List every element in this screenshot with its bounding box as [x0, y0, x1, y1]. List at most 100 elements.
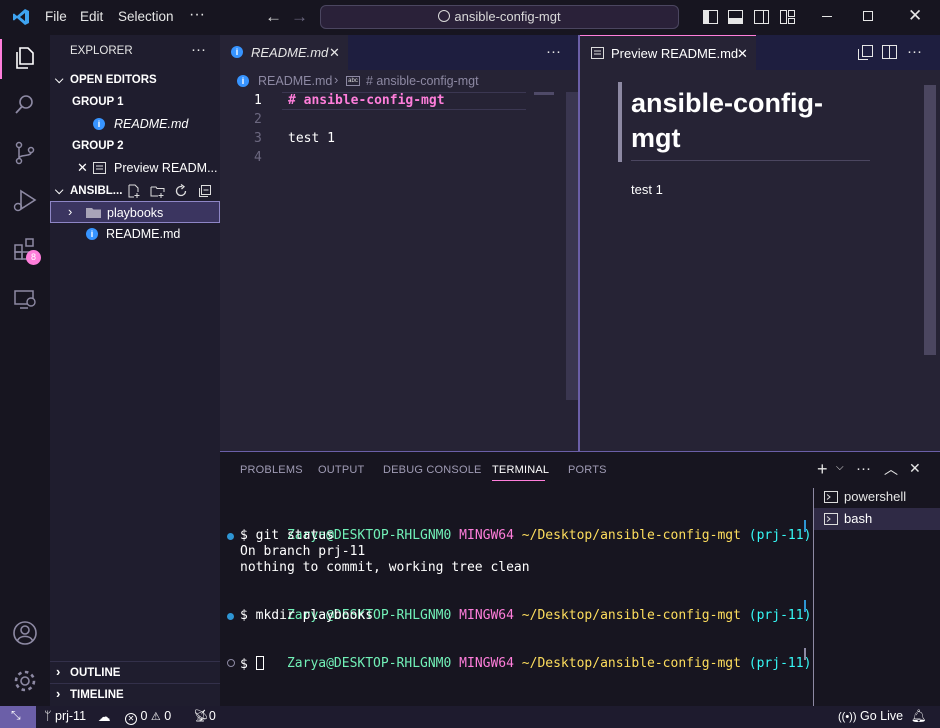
- info-icon: i: [231, 46, 243, 58]
- timeline-label: TIMELINE: [70, 689, 124, 701]
- preview-more-button[interactable]: ···: [907, 43, 922, 60]
- maximize-window-icon[interactable]: [863, 11, 873, 21]
- warning-icon: ⚠: [150, 711, 161, 723]
- close-window-icon[interactable]: ✕: [908, 6, 922, 26]
- tab-problems[interactable]: PROBLEMS: [240, 464, 303, 476]
- error-count: 0: [140, 709, 148, 723]
- outline-header[interactable]: › OUTLINE: [50, 661, 220, 683]
- terminal-list-label: powershell: [844, 489, 907, 504]
- maximize-panel-chevron-up-icon[interactable]: ︿: [884, 459, 898, 479]
- preview-heading-line: mgt: [631, 123, 681, 153]
- terminal-dropdown-chevron-icon[interactable]: ⌵: [836, 462, 844, 473]
- info-icon: i: [93, 118, 105, 130]
- search-text: ansible-config-mgt: [454, 9, 561, 24]
- terminal-output[interactable]: Zarya@DESKTOP-RHLGNM0 MINGW64 ~/Desktop/…: [220, 492, 812, 706]
- close-icon[interactable]: ✕: [329, 35, 340, 70]
- go-live-label: Go Live: [860, 709, 904, 723]
- breadcrumb-file[interactable]: README.md: [258, 70, 332, 92]
- run-debug-icon[interactable]: [11, 187, 39, 215]
- open-editor-readme[interactable]: i README.md: [50, 113, 220, 135]
- preview-heading-line: ansible-config-: [631, 88, 824, 118]
- new-file-icon[interactable]: [127, 184, 141, 198]
- remote-explorer-icon[interactable]: [11, 285, 39, 313]
- explorer-title: EXPLORER: [70, 45, 133, 57]
- activity-bar: 8: [0, 35, 50, 706]
- tree-folder-playbooks[interactable]: › playbooks: [50, 201, 220, 223]
- tab-terminal[interactable]: TERMINAL: [492, 464, 549, 476]
- tab-debug-console[interactable]: DEBUG CONSOLE: [383, 464, 482, 476]
- preview-heading-underline: [631, 160, 870, 161]
- new-terminal-plus-icon[interactable]: +: [817, 459, 828, 480]
- broadcast-icon: 📡︎: [193, 709, 209, 723]
- terminal-icon: [824, 491, 838, 503]
- terminal-list-item-powershell[interactable]: powershell: [814, 486, 940, 508]
- preview-scrollbar[interactable]: [924, 85, 936, 355]
- close-icon[interactable]: ✕: [737, 36, 748, 71]
- command-center-search[interactable]: ansible-config-mgt: [320, 5, 679, 29]
- tree-file-readme[interactable]: i README.md: [50, 223, 220, 245]
- split-editor-icon[interactable]: [882, 45, 897, 59]
- terminal-list-item-bash[interactable]: bash: [814, 508, 940, 530]
- explorer-files-icon[interactable]: [11, 44, 39, 72]
- preview-paragraph: test 1: [631, 182, 663, 197]
- tab-output[interactable]: OUTPUT: [318, 464, 364, 476]
- terminal-scroll-marker: [804, 648, 806, 660]
- menu-more-button[interactable]: ···: [189, 6, 205, 24]
- markdown-preview: ansible-config- mgt test 1: [618, 82, 918, 442]
- editor-scrollbar[interactable]: [566, 92, 578, 400]
- sync-icon[interactable]: ☁: [98, 709, 111, 724]
- symbol-icon: abc: [346, 76, 360, 86]
- source-control-icon[interactable]: [11, 139, 39, 167]
- accounts-icon[interactable]: [11, 619, 39, 647]
- toggle-secondary-sidebar-icon[interactable]: [754, 10, 769, 24]
- toggle-panel-icon[interactable]: [728, 10, 743, 24]
- tab-ports[interactable]: PORTS: [568, 464, 607, 476]
- forward-arrow-icon[interactable]: →: [291, 7, 308, 27]
- chevron-down-icon: ⌵: [55, 185, 64, 197]
- terminal-cursor: [255, 656, 264, 670]
- close-icon[interactable]: ✕: [77, 157, 88, 179]
- panel-more-button[interactable]: ···: [856, 460, 871, 477]
- group-2-header: GROUP 2: [50, 135, 220, 157]
- minimize-window-icon[interactable]: [822, 16, 832, 17]
- branch-indicator[interactable]: ᛘ prj-11: [44, 709, 86, 723]
- tab-preview-readme[interactable]: Preview README.md ✕: [580, 35, 756, 70]
- editor-tab-bar: i README.md ✕ ···: [220, 35, 578, 70]
- open-editors-label: OPEN EDITORS: [70, 74, 157, 86]
- timeline-header[interactable]: › TIMELINE: [50, 683, 220, 705]
- toggle-primary-sidebar-icon[interactable]: [703, 10, 718, 24]
- go-live-button[interactable]: ((•)) Go Live: [838, 709, 903, 723]
- terminal-input-prompt: $: [240, 657, 256, 672]
- editor-more-button[interactable]: ···: [546, 43, 561, 60]
- open-editors-header[interactable]: ⌵ OPEN EDITORS: [50, 69, 220, 91]
- search-icon[interactable]: [11, 91, 39, 119]
- remote-indicator[interactable]: ⤡: [0, 706, 36, 728]
- warning-count: 0: [164, 709, 172, 723]
- tab-readme[interactable]: i README.md ✕: [220, 35, 348, 70]
- git-branch-icon: ᛘ: [44, 709, 52, 723]
- code-editor[interactable]: 1 2 3 4 # ansible-config-mgt test 1: [220, 92, 565, 451]
- open-editor-preview[interactable]: ✕ Preview READM...: [50, 157, 220, 179]
- ports-indicator[interactable]: 📡︎0: [193, 709, 216, 724]
- settings-gear-icon[interactable]: [11, 667, 39, 695]
- collapse-all-icon[interactable]: [198, 184, 212, 198]
- menu-edit[interactable]: Edit: [80, 9, 103, 24]
- vscode-logo-icon: [13, 9, 29, 25]
- menu-file[interactable]: File: [45, 9, 67, 24]
- notifications-bell-icon[interactable]: 🔔︎: [911, 709, 927, 724]
- refresh-icon[interactable]: [174, 184, 188, 198]
- problems-indicator[interactable]: ✕ 0 ⚠ 0: [125, 709, 171, 725]
- info-icon: i: [237, 75, 249, 87]
- breadcrumb-symbol[interactable]: # ansible-config-mgt: [366, 70, 479, 92]
- close-panel-icon[interactable]: ✕: [909, 460, 921, 477]
- back-arrow-icon[interactable]: ←: [265, 7, 282, 27]
- menu-selection[interactable]: Selection: [118, 9, 174, 24]
- project-folder-header[interactable]: ⌵ ANSIBL...: [50, 180, 220, 202]
- terminal-command-line: $ git status: [240, 528, 334, 543]
- customize-layout-icon[interactable]: [780, 10, 795, 24]
- preview-heading-rule: [618, 82, 622, 162]
- explorer-more-button[interactable]: ···: [191, 41, 206, 58]
- new-folder-icon[interactable]: [150, 184, 165, 198]
- open-source-icon[interactable]: [858, 45, 873, 60]
- outline-label: OUTLINE: [70, 667, 121, 679]
